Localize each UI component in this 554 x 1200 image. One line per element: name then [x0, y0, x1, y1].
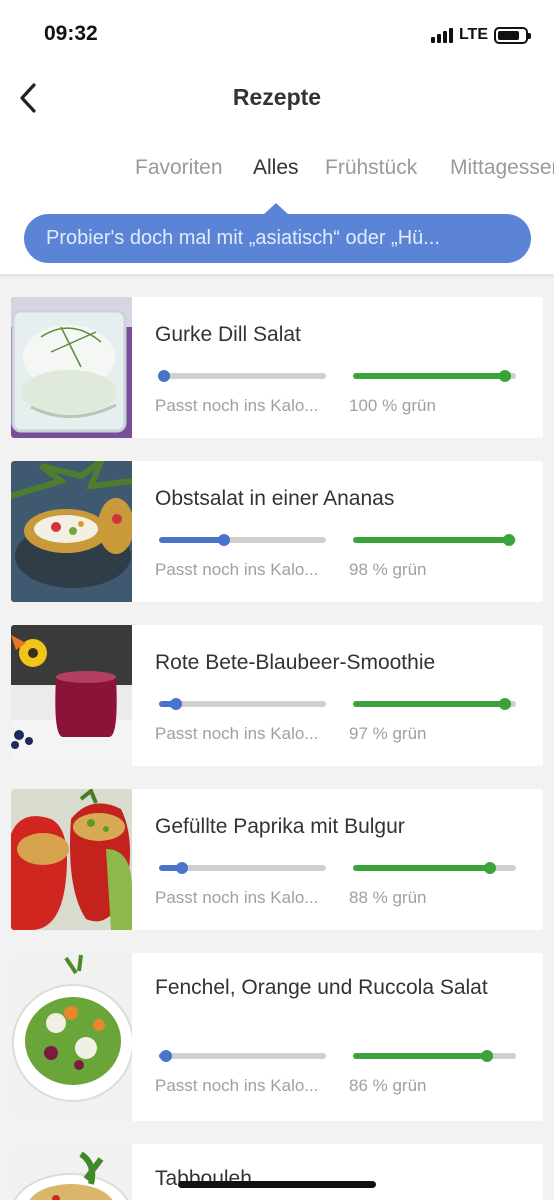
tab-favoriten[interactable]: Favoriten	[135, 156, 223, 180]
calorie-bar-knob	[218, 534, 231, 546]
page-title: Rezepte	[232, 84, 322, 110]
status-bar: 09:32 LTE	[0, 0, 554, 70]
recipe-card[interactable]: Rote Bete-Blaubeer-Smoothie Passt noch i…	[11, 625, 543, 766]
green-percent: 97 % grün	[349, 724, 427, 743]
recipe-name: Fenchel, Orange und Ruccola Salat	[155, 976, 488, 999]
calorie-hint: Passt noch ins Kalo...	[155, 1076, 319, 1095]
signal-icon	[430, 27, 453, 43]
recipe-name: Gurke Dill Salat	[155, 323, 301, 346]
recipe-image-beet-blueberry-smoothie	[11, 625, 132, 766]
recipe-image-cucumber-dill-salad	[11, 297, 132, 438]
category-tabs: Favoriten Alles Frühstück Mittagessen	[0, 130, 554, 200]
calorie-hint: Passt noch ins Kalo...	[155, 724, 319, 743]
green-score-bar	[353, 534, 516, 546]
recipe-image-tabbouleh	[11, 1144, 132, 1200]
status-time: 09:32	[44, 22, 98, 45]
search-tip-bubble[interactable]: Probier's doch mal mit „asiatisch“ oder …	[24, 214, 531, 263]
green-percent: 86 % grün	[349, 1076, 427, 1095]
green-percent: 88 % grün	[349, 888, 427, 907]
green-bar-knob	[498, 698, 511, 710]
recipe-name: Rote Bete-Blaubeer-Smoothie	[155, 651, 436, 674]
status-indicators: LTE	[430, 26, 531, 44]
calorie-progress-bar	[158, 370, 326, 382]
green-bar-knob	[498, 370, 511, 382]
green-score-bar	[353, 370, 516, 382]
recipe-card[interactable]: Fenchel, Orange und Ruccola Salat Passt …	[11, 953, 543, 1121]
calorie-bar-fill	[159, 537, 225, 543]
tip-area: Probier's doch mal mit „asiatisch“ oder …	[0, 200, 554, 274]
recipe-image-stuffed-peppers	[11, 789, 132, 930]
green-score-bar	[353, 1050, 516, 1062]
green-bar-fill	[353, 1053, 487, 1059]
calorie-bar-knob	[169, 698, 182, 710]
nav-header: Rezepte	[0, 70, 554, 130]
tab-alles[interactable]: Alles	[253, 156, 299, 180]
recipe-name: Obstsalat in einer Ananas	[155, 487, 395, 510]
calorie-hint: Passt noch ins Kalo...	[155, 560, 319, 579]
green-bar-knob	[483, 862, 496, 874]
calorie-hint: Passt noch ins Kalo...	[155, 888, 319, 907]
green-score-bar	[353, 862, 516, 874]
green-percent: 100 % grün	[349, 396, 436, 415]
home-indicator[interactable]	[178, 1181, 376, 1188]
recipe-name: Gefüllte Paprika mit Bulgur	[155, 815, 405, 838]
calorie-bar-knob	[176, 862, 189, 874]
recipe-card[interactable]: Gefüllte Paprika mit Bulgur Passt noch i…	[11, 789, 543, 930]
network-label: LTE	[458, 26, 488, 43]
green-percent: 98 % grün	[349, 560, 427, 579]
recipe-card[interactable]: Obstsalat in einer Ananas Passt noch ins…	[11, 461, 543, 602]
calorie-bar-knob	[158, 370, 171, 382]
calorie-bar-knob	[159, 1050, 172, 1062]
battery-icon	[494, 26, 531, 44]
tab-mittagessen[interactable]: Mittagessen	[450, 156, 554, 180]
green-bar-fill	[353, 373, 505, 379]
recipe-image-fennel-orange-salad	[11, 953, 132, 1121]
recipe-card[interactable]: Gurke Dill Salat Passt noch ins Kalo... …	[11, 297, 543, 438]
calorie-progress-bar	[159, 534, 326, 546]
green-bar-knob	[503, 534, 516, 546]
calorie-hint: Passt noch ins Kalo...	[155, 396, 319, 415]
green-bar-fill	[353, 537, 510, 543]
tab-fruehstueck[interactable]: Frühstück	[325, 156, 417, 180]
calorie-progress-bar	[159, 862, 326, 874]
calorie-progress-bar	[159, 1050, 326, 1062]
green-bar-fill	[353, 865, 490, 871]
green-bar-knob	[480, 1050, 493, 1062]
recipe-card[interactable]: Tabbouleh	[11, 1144, 543, 1200]
calorie-progress-bar	[159, 698, 326, 710]
recipe-image-pineapple-fruit-salad	[11, 461, 132, 602]
green-bar-fill	[353, 701, 505, 707]
green-score-bar	[353, 698, 516, 710]
